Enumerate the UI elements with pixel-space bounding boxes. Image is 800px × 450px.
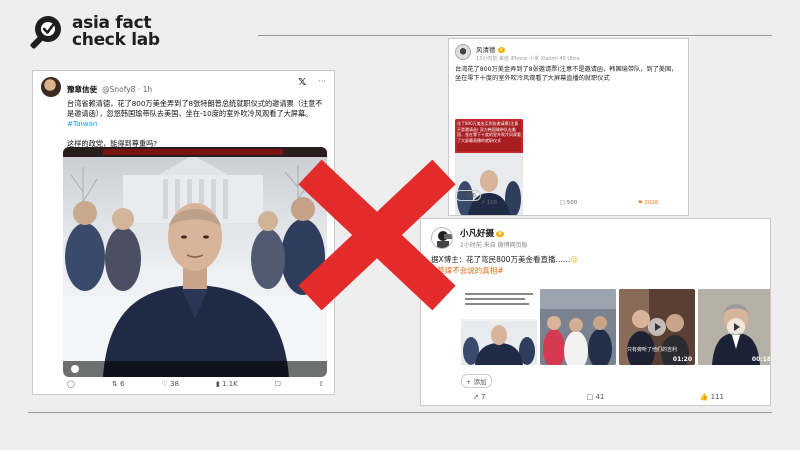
weibo-post-card-2[interactable]: 小凡好摄 V 2小时前 来自 微博网页版 据X博主：花了弯民800万美金看直播……… — [420, 218, 771, 406]
weibo2-meta: 2小时前 来自 微博网页版 — [460, 242, 528, 249]
x-hashtag-link[interactable]: #Taiwan — [67, 119, 97, 128]
weibo1-comment-button[interactable]: □ 500 — [529, 200, 609, 206]
logo-line-2: check lab — [72, 30, 160, 50]
weibo1-comment-count: 500 — [566, 200, 578, 206]
logo-text: asia fact check lab — [72, 15, 160, 49]
like-icon[interactable]: ♡ 38 — [161, 380, 178, 388]
x-post-text: 台湾省赖清德，花了800万美金弄到了8张特朗普总统就职仪式的邀请票（注意不是邀请… — [33, 97, 334, 149]
weibo2-media-strip: 只有旁听了他们的吉利 01:20 00:18 — [461, 289, 771, 365]
view-count: 1.1K — [222, 380, 238, 388]
x-logo-icon: 𝕏 — [298, 77, 307, 88]
asia-fact-check-lab-logo: asia fact check lab — [28, 14, 160, 50]
weibo1-text: 台湾花了800万美金弄到了8张邀请票(注意不是邀请函，韩国瑜带队，到了美国，坐在… — [455, 66, 678, 82]
weibo2-add-tag-button[interactable]: + 添加 — [461, 374, 492, 388]
weibo2-video-thumb-1[interactable]: 只有旁听了他们的吉利 01:20 — [619, 289, 695, 365]
weibo2-action-bar: ↗ 7 □ 41 👍 111 — [421, 393, 770, 401]
weibo1-user-name[interactable]: 风清德 — [476, 46, 496, 54]
weibo2-comment-button[interactable]: □ 41 — [537, 393, 653, 401]
weibo2-main-text: 据X博主：花了弯民800万美金看直播…… — [431, 255, 571, 264]
weibo2-user-avatar[interactable] — [431, 227, 453, 249]
weibo2-hashtag-link[interactable]: #莫媒不会说的真相# — [431, 265, 760, 276]
x-post-video[interactable] — [63, 147, 327, 377]
bookmark-icon[interactable]: ☐ — [275, 380, 281, 388]
x-post-main-text: 台湾省赖清德，花了800万美金弄到了8张特朗普总统就职仪式的邀请票（注意不是邀请… — [67, 99, 323, 118]
video-duration: 01:20 — [672, 356, 692, 363]
weibo1-user-avatar[interactable] — [455, 44, 471, 60]
x-user-handle: @Snofy8 · 1h — [102, 85, 153, 94]
bottom-divider — [28, 412, 772, 413]
x-post-card[interactable]: 豫章信使 @Snofy8 · 1h 𝕏 ··· 台湾省赖清德，花了800万美金弄… — [32, 70, 335, 395]
magnifier-check-icon — [28, 14, 64, 50]
weibo2-comment-count: 41 — [595, 393, 605, 401]
weibo2-user-name[interactable]: 小凡好摄 — [460, 229, 494, 239]
weibo2-image-thumb[interactable] — [461, 289, 537, 365]
weibo1-image-caption: 花了800万美金买到张邀请票(注意不是邀请函) 双方韩国瑜带队去美国，坐在零下十… — [457, 121, 521, 143]
views-icon[interactable]: ▮ 1.1K — [216, 380, 238, 388]
retweet-count: 6 — [119, 380, 125, 388]
weibo2-repost-count: 7 — [480, 393, 486, 401]
share-icon[interactable]: ⇧ — [318, 380, 324, 388]
vip-badge-icon: V — [496, 230, 504, 237]
weibo2-crowd-thumb[interactable] — [540, 289, 616, 365]
vip-badge-icon: V — [497, 47, 505, 53]
weibo1-repost-count: 168 — [486, 200, 498, 206]
grimace-emoji-icon: ☺ — [570, 255, 579, 264]
play-icon[interactable] — [727, 318, 745, 336]
weibo1-action-bar: ↗ 168 □ 500 ❤ 2026 — [449, 200, 688, 206]
weibo1-repost-button[interactable]: ↗ 168 — [449, 200, 529, 206]
weibo1-meta: 13小时前 来自 iPhone 小米 Xiaomi 40 Ultra — [476, 56, 580, 62]
weibo2-like-button[interactable]: 👍 111 — [654, 393, 770, 401]
weibo2-video-thumb-2[interactable]: 00:18 — [698, 289, 771, 365]
like-count: 38 — [169, 380, 179, 388]
more-options-icon[interactable]: ··· — [318, 77, 326, 86]
weibo2-repost-button[interactable]: ↗ 7 — [421, 393, 537, 401]
x-user-name[interactable]: 豫章信使 — [67, 85, 97, 94]
top-divider — [258, 35, 772, 36]
x-action-bar: ◯ ⇅ 6 ♡ 38 ▮ 1.1K ☐ ⇧ — [67, 380, 324, 388]
weibo1-like-button[interactable]: ❤ 2026 — [608, 200, 688, 206]
reply-icon[interactable]: ◯ — [67, 380, 75, 388]
weibo1-like-count: 2026 — [644, 200, 659, 206]
weibo2-video-overlay-text: 只有旁听了他们的吉利 — [627, 347, 678, 353]
play-icon[interactable] — [648, 318, 666, 336]
weibo2-text: 据X博主：花了弯民800万美金看直播……☺ #莫媒不会说的真相# — [421, 249, 770, 276]
retweet-icon[interactable]: ⇅ 6 — [112, 380, 125, 388]
video-duration: 00:18 — [751, 356, 771, 363]
weibo2-like-count: 111 — [710, 393, 724, 401]
weibo-post-card-1[interactable]: 风清德 V 13小时前 来自 iPhone 小米 Xiaomi 40 Ultra … — [448, 38, 689, 216]
x-user-avatar[interactable] — [41, 77, 61, 97]
